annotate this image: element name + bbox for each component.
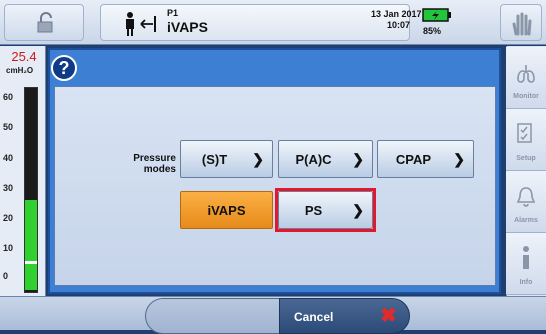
lungs-icon — [517, 65, 535, 83]
gauge-tick-50: 50 — [3, 122, 14, 132]
close-icon: ✖ — [380, 305, 397, 327]
top-status-bar: P1 iVAPS 13 Jan 2017 10:07 85% — [0, 0, 546, 45]
patient-mode-panel: P1 iVAPS 13 Jan 2017 10:07 — [100, 4, 422, 41]
bottom-left-pill — [145, 298, 280, 334]
gauge-tick-60: 60 — [3, 92, 14, 102]
chevron-right-icon: ❯ — [252, 151, 264, 167]
pressure-modes-label: Pressure modes — [133, 153, 176, 175]
ventilator-connection-icon — [140, 16, 156, 32]
current-mode: iVAPS — [167, 19, 208, 35]
chevron-right-icon: ❯ — [352, 151, 364, 167]
dialog-content — [54, 86, 496, 286]
mode-st-button[interactable]: (S)T ❯ — [180, 140, 273, 178]
mode-cpap-button[interactable]: CPAP ❯ — [377, 140, 474, 178]
sidebar-item-label: Alarms — [514, 217, 538, 224]
battery-icon — [422, 8, 451, 22]
pressure-bar-fill — [25, 200, 37, 279]
mode-cpap-label: CPAP — [395, 152, 432, 167]
cancel-label: Cancel — [294, 310, 334, 324]
lock-icon — [37, 12, 53, 33]
info-icon — [523, 246, 529, 269]
pressure-bar-marker — [25, 261, 37, 264]
mode-pac-button[interactable]: P(A)C ❯ — [278, 140, 373, 178]
gauge-tick-40: 40 — [3, 153, 14, 163]
pressure-unit: cmH₂O — [6, 66, 34, 75]
chevron-right-icon: ❯ — [453, 151, 465, 167]
lock-button[interactable] — [4, 4, 84, 41]
date-label: 13 Jan 2017 — [371, 9, 422, 19]
pressure-gauge — [0, 46, 46, 296]
pressure-value: 25.4 — [11, 49, 37, 64]
ps-highlight-box — [275, 188, 376, 232]
battery-indicator: 85% — [416, 4, 456, 41]
sidebar-item-alarms[interactable]: Alarms — [506, 171, 546, 233]
sidebar-item-label: Setup — [516, 155, 536, 162]
sidebar-item-info[interactable]: Info — [506, 233, 546, 295]
mode-st-label: (S)T — [201, 152, 228, 167]
gauge-tick-0: 0 — [3, 271, 9, 281]
gauge-tick-30: 30 — [3, 183, 14, 193]
battery-percent: 85% — [423, 26, 442, 36]
mode-ivaps-label: iVAPS — [207, 203, 246, 218]
sidebar-item-setup[interactable]: Setup — [506, 109, 546, 171]
help-icon[interactable]: ? — [51, 55, 77, 81]
sidebar-item-label: Info — [519, 279, 533, 286]
pressure-bar-base — [25, 279, 37, 290]
hand-icon — [512, 12, 532, 36]
gauge-tick-10: 10 — [3, 243, 14, 253]
patient-icon — [126, 12, 134, 36]
time-label: 10:07 — [387, 20, 411, 30]
mode-ivaps-button[interactable]: iVAPS — [180, 191, 273, 229]
bell-icon — [516, 187, 536, 207]
checklist-icon — [517, 123, 532, 143]
mode-pac-label: P(A)C — [295, 152, 332, 167]
gauge-tick-20: 20 — [3, 213, 14, 223]
patient-id: P1 — [167, 8, 179, 18]
sidebar-item-label: Monitor — [513, 93, 539, 100]
sidebar-item-monitor[interactable]: Monitor — [506, 47, 546, 109]
alarm-mute-button[interactable] — [500, 4, 542, 41]
